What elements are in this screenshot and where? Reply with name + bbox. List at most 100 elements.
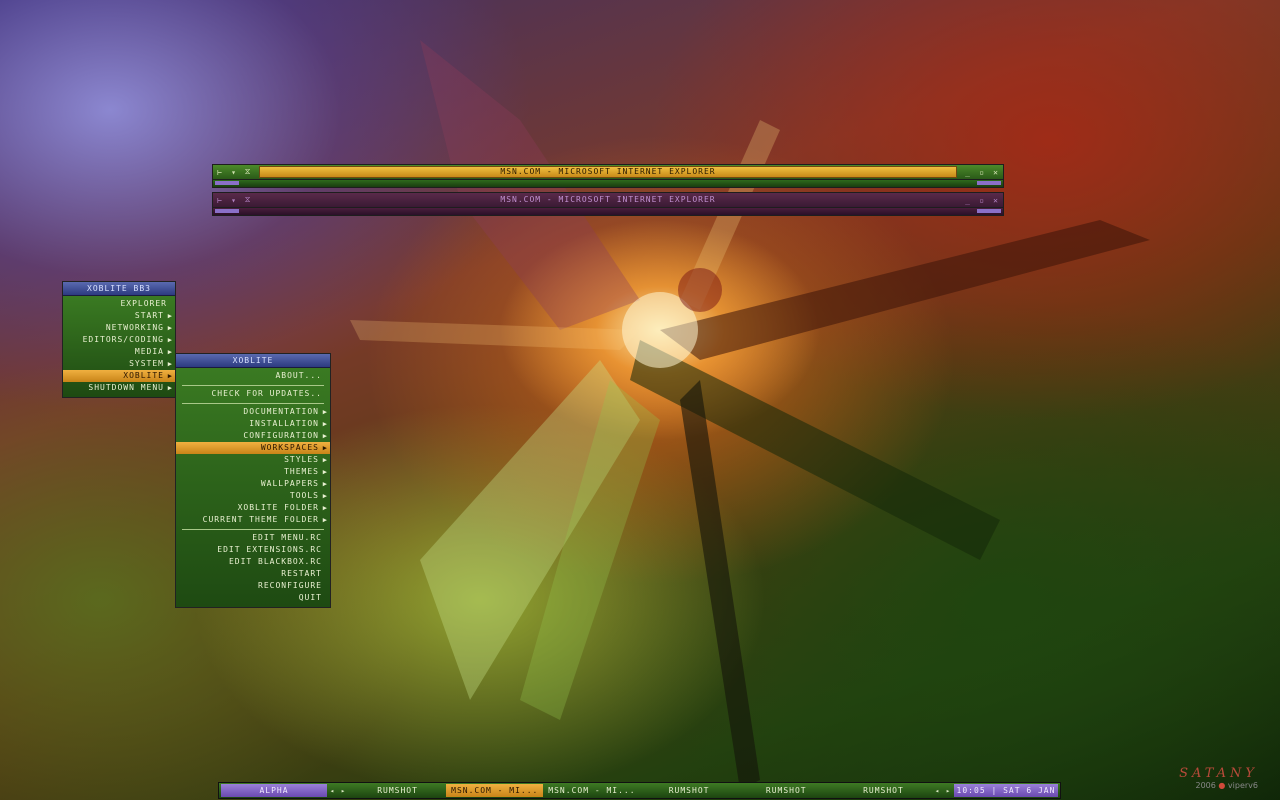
- window-dropdown-button[interactable]: ▾: [227, 168, 241, 177]
- submenu-arrow-icon: ▶: [322, 480, 328, 488]
- menu-item-label: XOBLITE: [123, 371, 164, 380]
- menu-item-current-theme-folder[interactable]: CURRENT THEME FOLDER ▶: [176, 514, 330, 526]
- window-titlebar-focused[interactable]: ⊢ ▾ ⧖ MSN.COM - MICROSOFT INTERNET EXPLO…: [212, 164, 1004, 180]
- resize-grip-left[interactable]: [215, 181, 239, 185]
- window-menu-button[interactable]: ⊢: [213, 168, 227, 177]
- menu-item-media[interactable]: MEDIA ▶: [63, 346, 175, 358]
- window-titlebar-unfocused[interactable]: ⊢ ▾ ⧖ MSN.COM - MICROSOFT INTERNET EXPLO…: [212, 192, 1004, 208]
- prev-task-button[interactable]: ◂: [932, 787, 943, 795]
- submenu-arrow-icon: ▶: [167, 360, 173, 368]
- menu-item-label: CURRENT THEME FOLDER: [202, 515, 319, 524]
- menu-item-label: EDIT BLACKBOX.RC: [228, 557, 322, 566]
- next-workspace-button[interactable]: ▸: [338, 787, 349, 795]
- prev-workspace-button[interactable]: ◂: [327, 787, 338, 795]
- resize-grip-right[interactable]: [977, 209, 1001, 213]
- menu-item-start[interactable]: START ▶: [63, 310, 175, 322]
- credit-year: 2006: [1195, 781, 1216, 790]
- menu-item-styles[interactable]: STYLES ▶: [176, 454, 330, 466]
- menu-item-system[interactable]: SYSTEM ▶: [63, 358, 175, 370]
- menu-item-documentation[interactable]: DOCUMENTATION ▶: [176, 406, 330, 418]
- menu-item-workspaces[interactable]: WORKSPACES ▶: [176, 442, 330, 454]
- menu-item-shutdown-menu[interactable]: SHUTDOWN MENU ▶: [63, 382, 175, 394]
- menu-item-label: WALLPAPERS: [260, 479, 319, 488]
- menu-item-label: RECONFIGURE: [258, 581, 322, 590]
- task-button[interactable]: MSN.COM - MI...: [446, 784, 544, 797]
- clock[interactable]: 10:05 | SAT 6 JAN: [954, 784, 1058, 797]
- submenu-body: ABOUT... CHECK FOR UPDATES.. DOCUMENTATION…: [176, 368, 330, 607]
- menu-item-networking[interactable]: NETWORKING ▶: [63, 322, 175, 334]
- submenu-arrow-icon: ▶: [322, 468, 328, 476]
- menu-item-label: WORKSPACES: [260, 443, 319, 452]
- menu-item-installation[interactable]: INSTALLATION ▶: [176, 418, 330, 430]
- maximize-button[interactable]: ▫: [975, 168, 989, 177]
- menu-item-quit[interactable]: QUIT: [176, 592, 330, 604]
- window-title: MSN.COM - MICROSOFT INTERNET EXPLORER: [259, 166, 957, 178]
- menu-item-label: RESTART: [281, 569, 322, 578]
- credit-dot-icon: ●: [1218, 781, 1226, 790]
- menu-item-label: CONFIGURATION: [243, 431, 319, 440]
- menu-item-reconfigure[interactable]: RECONFIGURE: [176, 580, 330, 592]
- menu-item-label: DOCUMENTATION: [243, 407, 319, 416]
- menu-item-configuration[interactable]: CONFIGURATION ▶: [176, 430, 330, 442]
- window-menu-button[interactable]: ⊢: [213, 196, 227, 205]
- menu-item-themes[interactable]: THEMES ▶: [176, 466, 330, 478]
- window-handle-unfocused[interactable]: [212, 208, 1004, 216]
- menu-item-check-for-updates[interactable]: CHECK FOR UPDATES..: [176, 388, 330, 400]
- window-shade-button[interactable]: ⧖: [241, 195, 255, 205]
- submenu-arrow-icon: ▶: [322, 492, 328, 500]
- menu-item-label: CHECK FOR UPDATES..: [211, 389, 322, 398]
- task-button[interactable]: RUMSHOT: [835, 784, 932, 797]
- menu-item-label: THEMES: [284, 467, 319, 476]
- menu-item-label: QUIT: [298, 593, 322, 602]
- menu-item-xoblite[interactable]: XOBLITE ▶: [63, 370, 175, 382]
- menu-item-label: EDIT MENU.RC: [252, 533, 322, 542]
- wallpaper-signature: SATANY 2006 ● viperv6: [1179, 766, 1258, 790]
- close-button[interactable]: ✕: [989, 168, 1003, 177]
- submenu-title: XOBLITE: [176, 354, 330, 368]
- menu-item-label: MEDIA: [134, 347, 164, 356]
- resize-grip-right[interactable]: [977, 181, 1001, 185]
- signature-name: SATANY: [1179, 766, 1258, 781]
- next-task-button[interactable]: ▸: [943, 787, 954, 795]
- submenu-arrow-icon: ▶: [167, 384, 173, 392]
- xoblite-submenu: XOBLITE ABOUT... CHECK FOR UPDATES.. DOCUM…: [175, 353, 331, 608]
- menu-item-explorer[interactable]: EXPLORER: [63, 298, 175, 310]
- window-dropdown-button[interactable]: ▾: [227, 196, 241, 205]
- menu-item-restart[interactable]: RESTART: [176, 568, 330, 580]
- menu-item-label: STYLES: [284, 455, 319, 464]
- menu-item-label: SHUTDOWN MENU: [88, 383, 164, 392]
- menu-item-edit-blackbox-rc[interactable]: EDIT BLACKBOX.RC: [176, 556, 330, 568]
- window-shade-button[interactable]: ⧖: [241, 167, 255, 177]
- submenu-arrow-icon: ▶: [167, 324, 173, 332]
- task-button[interactable]: RUMSHOT: [738, 784, 835, 797]
- submenu-arrow-icon: ▶: [322, 456, 328, 464]
- workspace-label[interactable]: ALPHA: [221, 784, 327, 797]
- taskbar: ALPHA ◂ ▸ RUMSHOT MSN.COM - MI... MSN.COM …: [218, 782, 1061, 799]
- submenu-arrow-icon: ▶: [322, 420, 328, 428]
- menu-item-wallpapers[interactable]: WALLPAPERS ▶: [176, 478, 330, 490]
- menu-item-edit-extensions-rc[interactable]: EDIT EXTENSIONS.RC: [176, 544, 330, 556]
- task-button[interactable]: RUMSHOT: [641, 784, 738, 797]
- close-button[interactable]: ✕: [989, 196, 1003, 205]
- submenu-arrow-icon: ▶: [322, 516, 328, 524]
- desktop: { "windows": [ {"title": "MSN.COM - MICR…: [0, 0, 1280, 800]
- menu-item-tools[interactable]: TOOLS ▶: [176, 490, 330, 502]
- menu-item-label: EXPLORER: [120, 299, 167, 308]
- menu-item-label: TOOLS: [289, 491, 319, 500]
- task-button[interactable]: RUMSHOT: [349, 784, 446, 797]
- submenu-arrow-icon: ▶: [167, 312, 173, 320]
- menu-item-label: NETWORKING: [105, 323, 164, 332]
- menu-item-editors-coding[interactable]: EDITORS/CODING ▶: [63, 334, 175, 346]
- minimize-button[interactable]: _: [961, 196, 975, 205]
- window-handle-focused[interactable]: [212, 180, 1004, 188]
- menu-item-label: START: [134, 311, 164, 320]
- resize-grip-left[interactable]: [215, 209, 239, 213]
- minimize-button[interactable]: _: [961, 168, 975, 177]
- menu-item-xoblite-folder[interactable]: XOBLITE FOLDER ▶: [176, 502, 330, 514]
- submenu-arrow-icon: ▶: [167, 348, 173, 356]
- menu-item-about[interactable]: ABOUT...: [176, 370, 330, 382]
- menu-item-edit-menu-rc[interactable]: EDIT MENU.RC: [176, 532, 330, 544]
- root-menu-body: EXPLORER START ▶ NETWORKING ▶ EDITORS/CODING ▶…: [63, 296, 175, 397]
- task-button[interactable]: MSN.COM - MI...: [543, 784, 640, 797]
- maximize-button[interactable]: ▫: [975, 196, 989, 205]
